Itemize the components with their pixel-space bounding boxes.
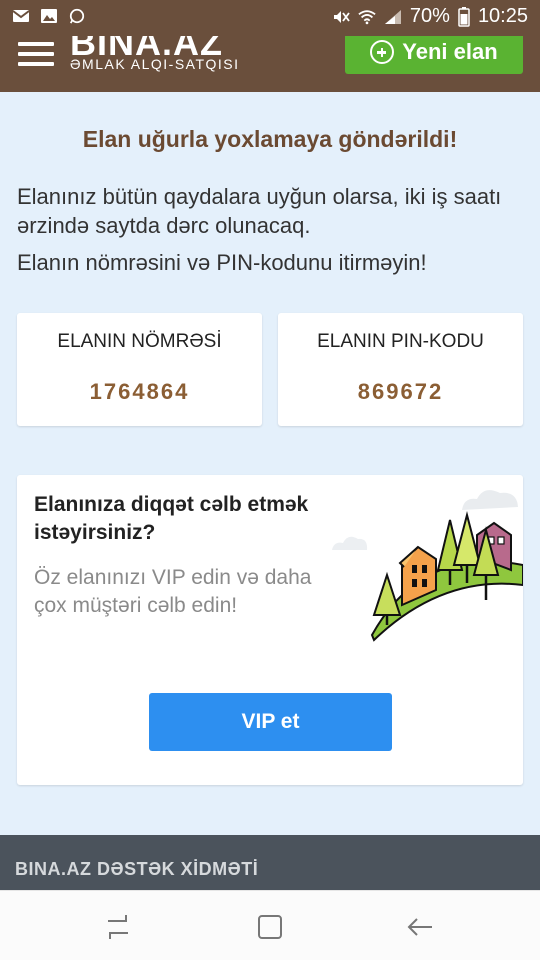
vip-description: Öz elanınızı VIP edin və daha çox müştər… bbox=[34, 566, 312, 617]
home-icon[interactable] bbox=[254, 911, 286, 943]
vip-promo-card: Elanınıza diqqət cəlb etmək istəyirsiniz… bbox=[17, 475, 523, 785]
new-ad-button[interactable]: Yeni elan bbox=[345, 36, 523, 74]
pin-card: ELANIN PIN-KODU 869672 bbox=[278, 313, 523, 426]
app-header: BINA.AZ ƏMLAK ALQI-SATQISI Yeni elan bbox=[0, 36, 540, 92]
signal-icon bbox=[384, 9, 401, 24]
houses-illustration bbox=[332, 490, 523, 642]
battery-level: 70% bbox=[409, 5, 450, 27]
menu-icon[interactable] bbox=[18, 42, 54, 66]
ad-number-label: ELANIN NÖMRƏSİ bbox=[57, 331, 222, 352]
battery-icon bbox=[458, 6, 470, 27]
wifi-icon bbox=[358, 9, 376, 24]
vip-title: Elanınıza diqqət cəlb etmək istəyirsiniz… bbox=[34, 493, 309, 544]
notification-icons bbox=[12, 8, 86, 24]
publish-info: Elanınız bütün qaydalara uyğun olarsa, i… bbox=[17, 184, 502, 238]
ad-number-card: ELANIN NÖMRƏSİ 1764864 bbox=[17, 313, 262, 426]
status-bar: 70% 10:25 bbox=[0, 0, 540, 36]
support-title[interactable]: BINA.AZ DƏSTƏK XİDMƏTİ bbox=[15, 859, 258, 880]
success-title: Elan uğurla yoxlamaya göndərildi! bbox=[82, 126, 458, 152]
clock: 10:25 bbox=[477, 5, 528, 27]
pin-label: ELANIN PIN-KODU bbox=[317, 331, 484, 352]
plus-circle-icon bbox=[370, 40, 395, 64]
tagline: ƏMLAK ALQI-SATQISI bbox=[70, 56, 240, 72]
android-nav-bar bbox=[0, 890, 540, 960]
support-section: BINA.AZ DƏSTƏK XİDMƏTİ bbox=[0, 835, 540, 890]
system-status: 70% 10:25 bbox=[332, 5, 528, 28]
back-icon[interactable] bbox=[404, 911, 436, 943]
info-text: Elanınız bütün qaydalara uyğun olarsa, i… bbox=[17, 182, 523, 277]
vip-button[interactable]: VIP et bbox=[149, 693, 392, 751]
mute-icon bbox=[333, 10, 350, 23]
whatsapp-icon bbox=[69, 8, 85, 24]
recent-apps-icon[interactable] bbox=[102, 911, 134, 943]
image-icon bbox=[41, 9, 57, 23]
new-ad-button-label: Yeni elan bbox=[402, 39, 498, 64]
mail-icon bbox=[12, 10, 30, 22]
pin-value: 869672 bbox=[357, 379, 444, 404]
keep-pin-warning: Elanın nömrəsini və PIN-kodunu itirməyin… bbox=[17, 250, 427, 275]
ad-number-value: 1764864 bbox=[89, 379, 190, 404]
